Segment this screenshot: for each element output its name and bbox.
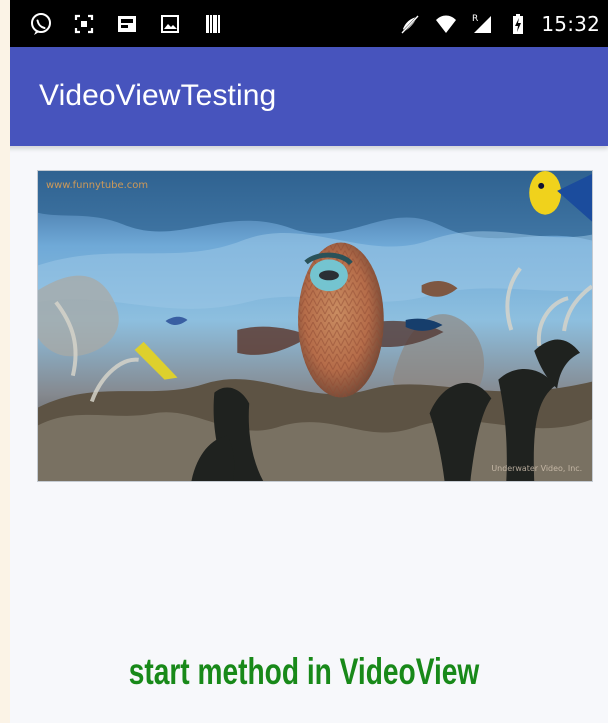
status-bar: R 15:32 (0, 0, 608, 47)
video-view[interactable]: www.funnytube.com Underwater Video, Inc. (37, 170, 593, 482)
mute-icon (397, 11, 423, 37)
svg-text:R: R (472, 14, 478, 24)
status-left-icons (28, 11, 226, 37)
video-frame: www.funnytube.com Underwater Video, Inc. (38, 171, 592, 481)
status-right-icons: R 15:32 (397, 11, 600, 37)
screenshot-icon (71, 11, 97, 37)
phone-screen: R 15:32 VideoViewTesting www.funnytube.c… (0, 0, 608, 723)
battery-icon (505, 11, 531, 37)
app-bar: VideoViewTesting (0, 47, 608, 146)
video-watermark-left: www.funnytube.com (46, 180, 148, 191)
barcode-icon (200, 11, 226, 37)
video-caption: start method in VideoView (128, 651, 480, 692)
app-title: VideoViewTesting (39, 79, 277, 112)
signal-icon: R (469, 11, 495, 37)
image-icon (114, 11, 140, 37)
window-edge (0, 0, 10, 723)
photo-icon (157, 11, 183, 37)
wifi-icon (433, 11, 459, 37)
status-time: 15:32 (541, 11, 600, 36)
video-watermark-right: Underwater Video, Inc. (491, 464, 582, 473)
whatsapp-icon (28, 11, 54, 37)
main-content: www.funnytube.com Underwater Video, Inc.… (0, 146, 608, 723)
